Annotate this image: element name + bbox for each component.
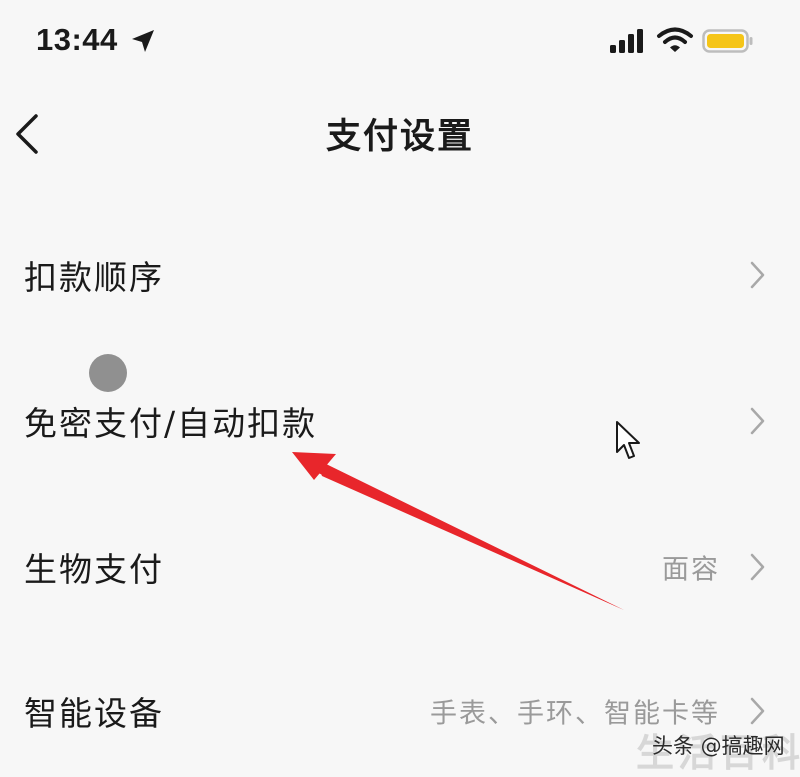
battery-icon xyxy=(702,29,753,53)
watermark-text: 头条 @搞趣网 xyxy=(652,734,785,758)
location-arrow-icon xyxy=(132,30,154,52)
status-bar: 13:44 xyxy=(0,0,800,84)
chevron-right-icon xyxy=(750,261,765,289)
row-label: 智能设备 xyxy=(24,694,164,733)
page-title: 支付设置 xyxy=(325,117,474,157)
touch-indicator xyxy=(89,354,127,392)
signal-icon xyxy=(610,29,643,53)
row-label: 扣款顺序 xyxy=(24,258,164,297)
status-time: 13:44 xyxy=(36,22,118,57)
wifi-icon xyxy=(657,27,693,52)
row-value: 面容 xyxy=(662,554,720,586)
navigation-bar: 支付设置 xyxy=(0,90,800,180)
row-label: 免密支付/自动扣款 xyxy=(24,404,318,443)
chevron-right-icon xyxy=(750,407,765,435)
row-label: 生物支付 xyxy=(24,550,164,589)
settings-row-deduction-order[interactable]: 扣款顺序 xyxy=(0,220,800,330)
settings-row-biometric-payment[interactable]: 生物支付 面容 xyxy=(0,512,800,622)
chevron-right-icon xyxy=(750,553,765,581)
pointer-cursor-icon xyxy=(616,421,640,459)
watermark: 生活百科 头条 @搞趣网 xyxy=(636,722,800,775)
